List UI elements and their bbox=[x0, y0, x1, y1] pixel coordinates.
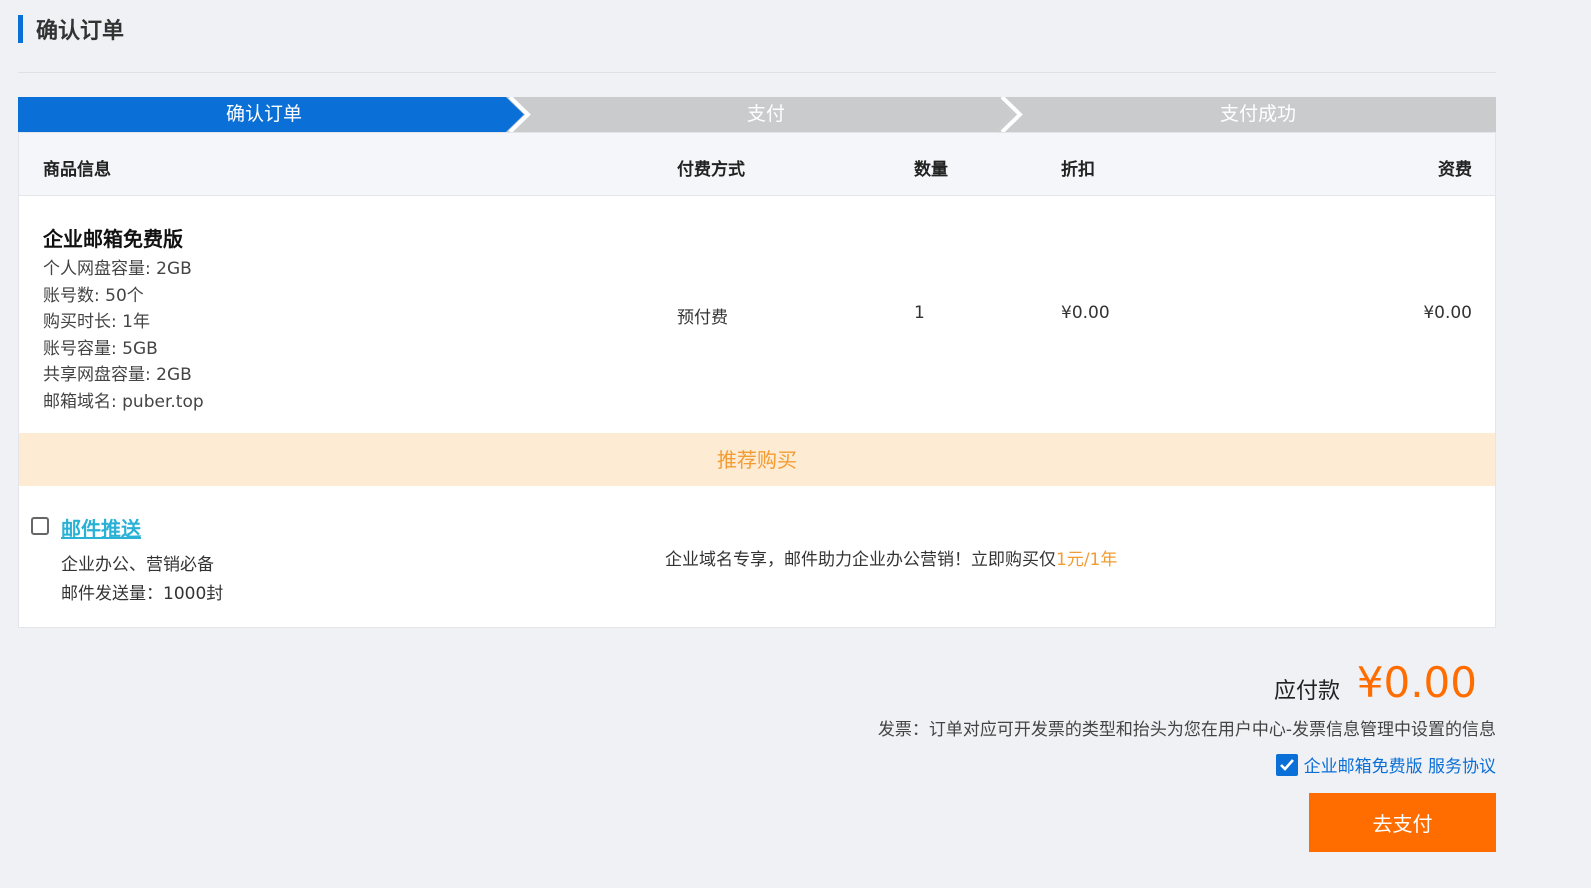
progress-steps: 确认订单 支付 支付成功 bbox=[18, 97, 1496, 132]
step-payment-success: 支付成功 bbox=[1219, 103, 1296, 125]
step-payment: 支付 bbox=[746, 103, 785, 125]
recommend-banner: 推荐购买 bbox=[19, 433, 1495, 486]
invoice-note: 发票：订单对应可开发票的类型和抬头为您在用户中心-发票信息管理中设置的信息 bbox=[877, 720, 1496, 740]
page-title: 确认订单 bbox=[18, 14, 124, 44]
header-discount: 折扣 bbox=[1061, 160, 1095, 180]
step-confirm-order: 确认订单 bbox=[225, 103, 302, 125]
payment-type: 预付费 bbox=[677, 308, 728, 328]
spec-item: 个人网盘容量: 2GB bbox=[43, 259, 192, 279]
addon-desc-line: 企业办公、营销必备 bbox=[61, 555, 214, 575]
fee-value: ¥0.00 bbox=[1423, 303, 1472, 323]
promo-price: 1元/1年 bbox=[1056, 550, 1118, 570]
addon-checkbox[interactable] bbox=[31, 517, 49, 535]
title-accent-bar bbox=[18, 15, 23, 43]
product-specs: 个人网盘容量: 2GB 账号数: 50个 购买时长: 1年 账号容量: 5GB … bbox=[43, 256, 204, 416]
spec-item: 购买时长: 1年 bbox=[43, 312, 150, 333]
spec-item: 账号数: 50个 bbox=[43, 285, 144, 306]
total-label: 应付款 bbox=[1274, 679, 1341, 704]
quantity-value: 1 bbox=[914, 303, 925, 323]
addon-promo: 企业域名专享，邮件助力企业办公营销！立即购买仅1元/1年 bbox=[665, 545, 1117, 570]
total-amount: ¥0.00 bbox=[1356, 658, 1477, 707]
table-header: 商品信息 付费方式 数量 折扣 资费 bbox=[19, 133, 1495, 196]
header-divider bbox=[18, 72, 1496, 73]
spec-item: 账号容量: 5GB bbox=[43, 338, 158, 359]
promo-text: 企业域名专享，邮件助力企业办公营销！立即购买仅 bbox=[665, 550, 1056, 570]
spec-item: 邮箱域名: puber.top bbox=[43, 391, 204, 412]
pay-button[interactable]: 去支付 bbox=[1309, 793, 1496, 852]
checkmark-icon bbox=[1279, 758, 1294, 771]
agreement-row: 企业邮箱免费版 服务协议 bbox=[1275, 752, 1496, 777]
header-payment: 付费方式 bbox=[677, 160, 745, 180]
header-product: 商品信息 bbox=[43, 160, 111, 180]
product-name: 企业邮箱免费版 bbox=[43, 227, 183, 251]
addon-desc-line: 邮件发送量：1000封 bbox=[61, 584, 224, 604]
discount-value: ¥0.00 bbox=[1061, 303, 1110, 323]
agreement-link[interactable]: 企业邮箱免费版 服务协议 bbox=[1304, 752, 1496, 777]
addon-mail-push-link[interactable]: 邮件推送 bbox=[61, 513, 141, 542]
header-quantity: 数量 bbox=[914, 160, 948, 180]
spec-item: 共享网盘容量: 2GB bbox=[43, 365, 192, 386]
order-table: 商品信息 付费方式 数量 折扣 资费 企业邮箱免费版 个人网盘容量: 2GB 账… bbox=[18, 132, 1496, 628]
header-fee: 资费 bbox=[1438, 160, 1472, 180]
agreement-checkbox[interactable] bbox=[1275, 753, 1298, 776]
page-title-text: 确认订单 bbox=[36, 19, 125, 44]
addon-description: 企业办公、营销必备 邮件发送量：1000封 bbox=[61, 551, 223, 609]
